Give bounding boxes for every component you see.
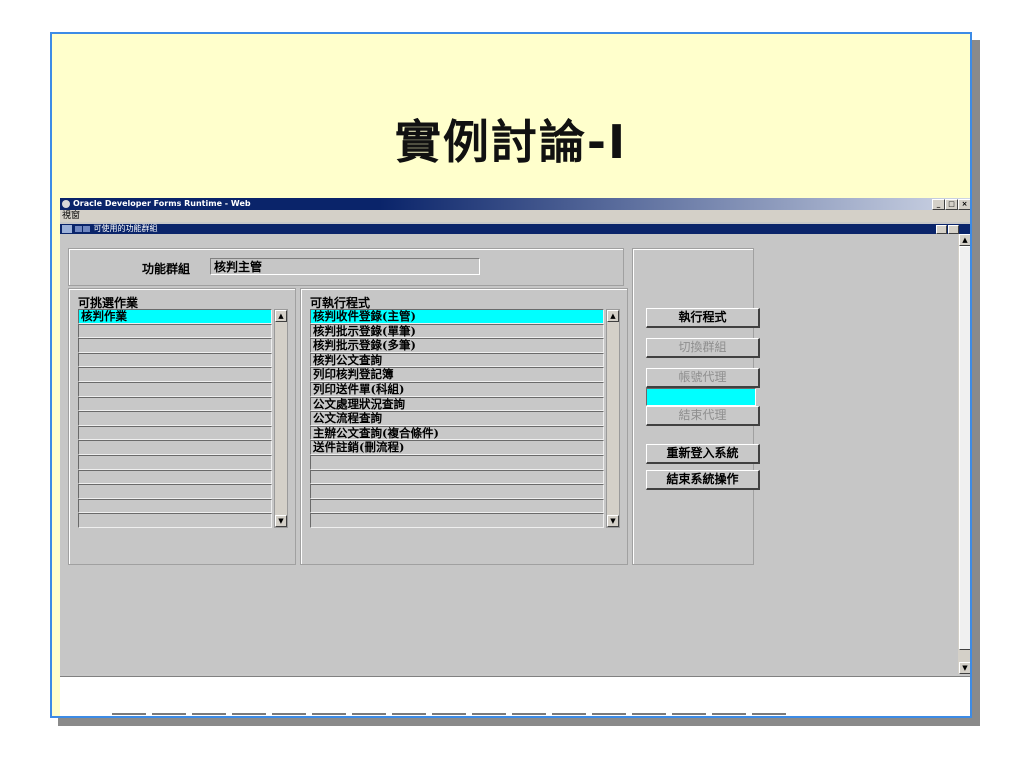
list-item[interactable] xyxy=(310,513,604,528)
app-title: Oracle Developer Forms Runtime - Web xyxy=(73,199,251,208)
ops-scrollbar[interactable]: ▲ ▼ xyxy=(274,309,288,528)
list-item[interactable]: 核判批示登錄(多筆) xyxy=(310,338,604,353)
inner-minimize-button[interactable] xyxy=(936,225,947,234)
list-item[interactable] xyxy=(78,484,272,499)
inner-window-titlebar: 可使用的功能群組 xyxy=(60,224,970,234)
group-label: 功能群組 xyxy=(142,262,191,276)
progs-scrollbar[interactable]: ▲ ▼ xyxy=(606,309,620,528)
list-item[interactable]: 主辦公文查詢(複合條件) xyxy=(310,425,604,441)
list-item[interactable] xyxy=(78,381,272,397)
end-proxy-button[interactable]: 結束代理 xyxy=(646,406,760,426)
group-field[interactable]: 核判主管 xyxy=(210,258,480,275)
menubar: 視窗 xyxy=(60,210,970,222)
list-item[interactable] xyxy=(78,367,272,382)
toolbar-square-icon xyxy=(83,226,90,232)
list-item[interactable] xyxy=(78,454,272,470)
list-item[interactable]: 核判作業 xyxy=(78,309,272,324)
form-area: 功能群組 核判主管 可挑選作業 核判作業 ▲ ▼ 可執行程式 核判收件登錄(主管… xyxy=(60,234,958,674)
list-item[interactable] xyxy=(78,396,272,412)
scroll-down-icon[interactable]: ▼ xyxy=(607,515,619,527)
list-item[interactable]: 核判收件登錄(主管) xyxy=(310,309,604,324)
list-item[interactable] xyxy=(78,440,272,455)
scrollbar-thumb[interactable] xyxy=(959,246,970,650)
list-item[interactable] xyxy=(78,338,272,353)
minimize-button[interactable]: _ xyxy=(932,199,945,210)
inner-window-icon xyxy=(62,225,72,233)
scroll-up-icon[interactable]: ▲ xyxy=(607,310,619,322)
list-item[interactable]: 公文流程查詢 xyxy=(310,411,604,426)
run-program-button[interactable]: 執行程式 xyxy=(646,308,760,328)
list-item[interactable]: 核判批示登錄(單筆) xyxy=(310,323,604,339)
exit-system-button[interactable]: 結束系統操作 xyxy=(646,470,760,490)
slide-title: 實例討論-I xyxy=(394,115,628,169)
list-item[interactable] xyxy=(310,454,604,470)
list-item[interactable]: 公文處理狀況查詢 xyxy=(310,396,604,412)
list-item[interactable] xyxy=(78,425,272,441)
app-window: Oracle Developer Forms Runtime - Web _ □… xyxy=(60,198,970,716)
window-vertical-scrollbar[interactable]: ▲ ▼ xyxy=(958,234,970,674)
app-titlebar: Oracle Developer Forms Runtime - Web _ □… xyxy=(60,198,970,210)
scroll-down-icon[interactable]: ▼ xyxy=(275,515,287,527)
inner-window-title: 可使用的功能群組 xyxy=(93,224,158,233)
slide: 實例討論-I Oracle Developer Forms Runtime - … xyxy=(50,32,972,718)
progs-list: 核判收件登錄(主管) 核判批示登錄(單筆) 核判批示登錄(多筆) 核判公文查詢 … xyxy=(310,309,604,528)
scroll-down-icon[interactable]: ▼ xyxy=(959,662,970,674)
list-item[interactable] xyxy=(310,469,604,485)
list-item[interactable] xyxy=(78,352,272,368)
list-item[interactable] xyxy=(78,323,272,339)
list-item[interactable] xyxy=(310,498,604,514)
list-item[interactable]: 列印送件單(科組) xyxy=(310,381,604,397)
scroll-up-icon[interactable]: ▲ xyxy=(959,234,970,246)
maximize-button[interactable]: □ xyxy=(945,199,958,210)
toolbar-square-icon xyxy=(75,226,82,232)
list-item[interactable]: 核判公文查詢 xyxy=(310,352,604,368)
scroll-up-icon[interactable]: ▲ xyxy=(275,310,287,322)
close-button[interactable]: × xyxy=(958,199,970,210)
app-icon xyxy=(62,200,70,208)
switch-group-button[interactable]: 切換群組 xyxy=(646,338,760,358)
list-item[interactable]: 送件註銷(刪流程) xyxy=(310,440,604,455)
inner-restore-button[interactable] xyxy=(948,225,959,234)
proxy-account-button[interactable]: 帳號代理 xyxy=(646,368,760,388)
list-item[interactable] xyxy=(78,411,272,426)
ops-list: 核判作業 xyxy=(78,309,272,528)
list-item[interactable] xyxy=(78,498,272,514)
relogin-button[interactable]: 重新登入系統 xyxy=(646,444,760,464)
status-bar xyxy=(60,676,970,716)
proxy-field[interactable] xyxy=(646,388,756,406)
list-item[interactable] xyxy=(78,513,272,528)
list-item[interactable] xyxy=(78,469,272,485)
list-item[interactable] xyxy=(310,484,604,499)
menu-window[interactable]: 視窗 xyxy=(62,211,80,221)
list-item[interactable]: 列印核判登記簿 xyxy=(310,367,604,382)
